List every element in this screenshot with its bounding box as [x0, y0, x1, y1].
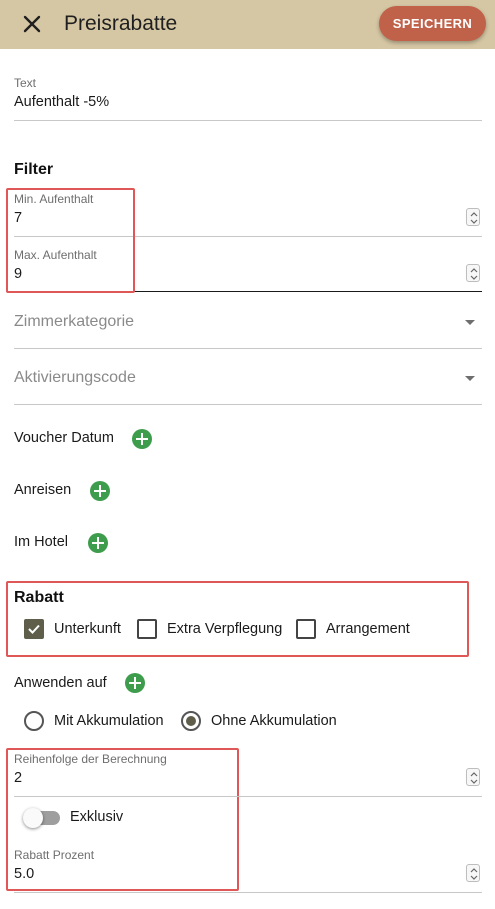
calc-order-stepper[interactable]	[466, 768, 480, 786]
arrangement-checkbox[interactable]	[296, 619, 316, 639]
text-field-label: Text	[14, 76, 37, 90]
discount-heading: Rabatt	[14, 589, 64, 606]
arrangement-label: Arrangement	[326, 621, 410, 637]
arrivals-label: Anreisen	[14, 482, 72, 498]
voucher-date-label: Voucher Datum	[14, 430, 114, 446]
room-category-underline	[14, 348, 482, 349]
exclusive-label: Exklusiv	[70, 809, 124, 825]
with-accumulation-label: Mit Akkumulation	[54, 713, 164, 729]
without-accumulation-label: Ohne Akkumulation	[211, 713, 337, 729]
calc-order-input[interactable]: 2	[14, 770, 22, 786]
save-button[interactable]: SPEICHERN	[379, 6, 486, 41]
apply-to-label: Anwenden auf	[14, 675, 107, 691]
chevron-down-icon[interactable]	[465, 376, 475, 381]
exclusive-toggle-thumb[interactable]	[23, 808, 43, 828]
calc-order-label: Reihenfolge der Berechnung	[14, 752, 167, 766]
add-voucher-date-icon[interactable]	[132, 429, 152, 449]
discount-percent-input[interactable]: 5.0	[14, 866, 34, 882]
filter-heading: Filter	[14, 161, 54, 178]
add-apply-to-icon[interactable]	[125, 673, 145, 693]
activation-code-select[interactable]: Aktivierungscode	[14, 369, 136, 387]
discount-percent-label: Rabatt Prozent	[14, 848, 95, 862]
app-bar: Preisrabatte SPEICHERN	[0, 0, 495, 49]
discount-percent-underline	[14, 892, 482, 893]
text-field-input[interactable]: Aufenthalt -5%	[14, 94, 109, 110]
max-stay-stepper[interactable]	[466, 264, 480, 282]
extra-meals-checkbox[interactable]	[137, 619, 157, 639]
activation-code-underline	[14, 404, 482, 405]
chevron-down-icon[interactable]	[465, 320, 475, 325]
in-hotel-label: Im Hotel	[14, 534, 68, 550]
add-arrivals-icon[interactable]	[90, 481, 110, 501]
highlight-box-stay	[6, 188, 135, 293]
room-category-select[interactable]: Zimmerkategorie	[14, 313, 134, 331]
close-icon[interactable]	[20, 12, 44, 36]
calc-order-underline	[14, 796, 482, 797]
page-title: Preisrabatte	[64, 12, 178, 35]
accommodation-checkbox[interactable]	[24, 619, 44, 639]
text-field-underline	[14, 120, 482, 121]
with-accumulation-radio[interactable]	[24, 711, 44, 731]
highlight-box-discount	[6, 581, 469, 657]
discount-percent-stepper[interactable]	[466, 864, 480, 882]
add-in-hotel-icon[interactable]	[88, 533, 108, 553]
min-stay-stepper[interactable]	[466, 208, 480, 226]
extra-meals-label: Extra Verpflegung	[167, 621, 283, 637]
without-accumulation-radio[interactable]	[181, 711, 201, 731]
accommodation-label: Unterkunft	[54, 621, 121, 637]
